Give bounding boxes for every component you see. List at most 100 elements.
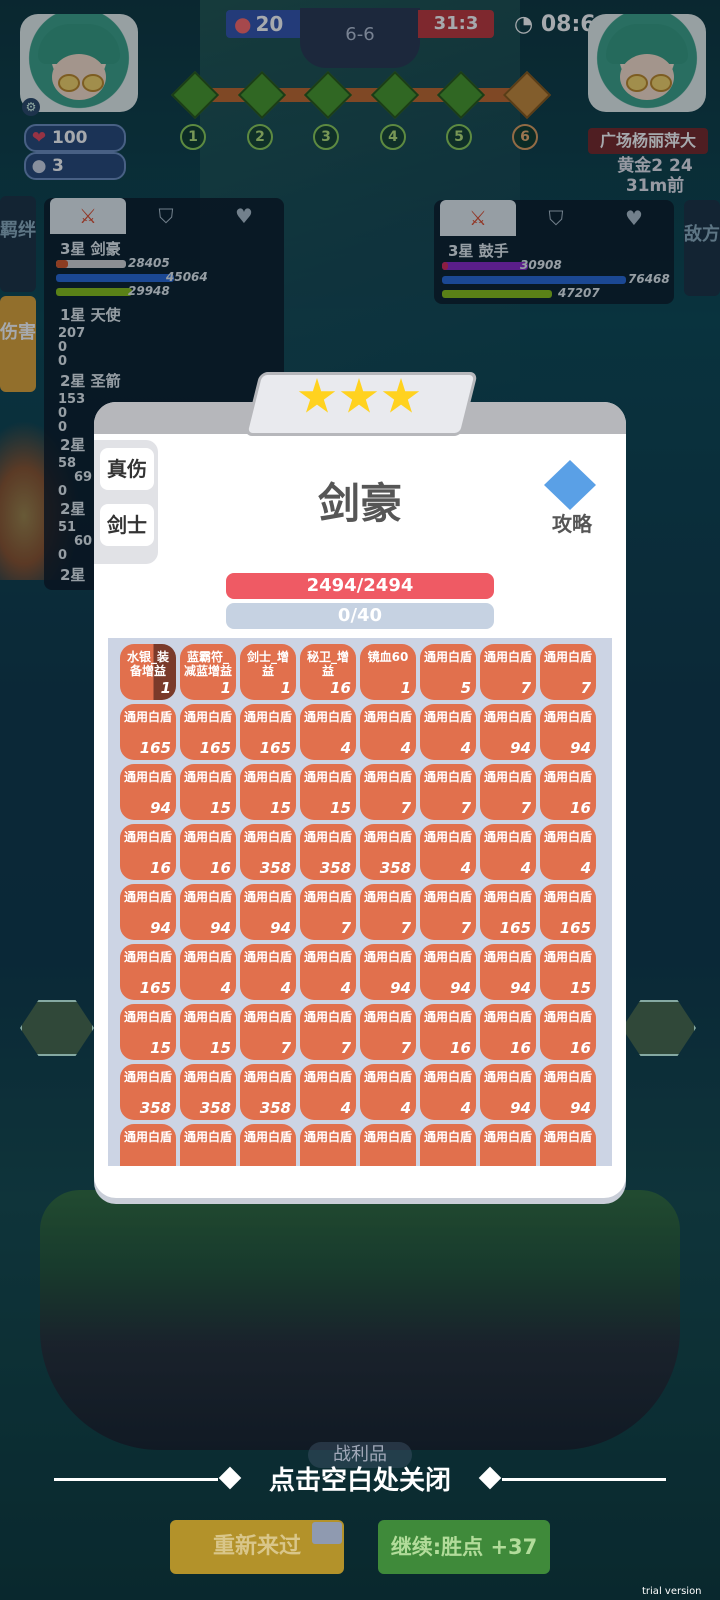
buff-item[interactable]: 通用白盾 4 [420,704,476,760]
buff-item[interactable]: 通用白盾 16 [120,824,176,880]
buff-item[interactable]: 通用白盾 358 [240,824,296,880]
buff-item[interactable]: 通用白盾 4 [300,1064,356,1120]
buff-item[interactable]: 通用白盾 94 [360,944,416,1000]
buff-item[interactable]: 通用白盾 15 [240,764,296,820]
buff-item[interactable]: 通用白盾 94 [120,764,176,820]
buff-item-count: 94 [510,1099,531,1117]
buff-item[interactable]: 通用白盾 7 [240,1004,296,1060]
buff-item[interactable]: 通用白盾 [240,1124,296,1166]
buff-item[interactable]: 通用白盾 4 [540,824,596,880]
buff-item[interactable]: 通用白盾 94 [180,884,236,940]
buff-item[interactable]: 通用白盾 94 [480,944,536,1000]
buff-item[interactable]: 通用白盾 94 [540,704,596,760]
buff-item[interactable]: 通用白盾 15 [540,944,596,1000]
buff-item[interactable]: 通用白盾 4 [480,824,536,880]
buff-item[interactable]: 通用白盾 4 [420,824,476,880]
buff-item[interactable]: 通用白盾 4 [420,1064,476,1120]
buff-item[interactable]: 通用白盾 [480,1124,536,1166]
buff-item-name: 通用白盾 [243,1010,292,1024]
buff-item[interactable]: 秘卫_增益 16 [300,644,356,700]
buff-item[interactable]: 通用白盾 7 [300,884,356,940]
buff-item[interactable]: 通用白盾 4 [300,944,356,1000]
buff-item[interactable]: 通用白盾 7 [360,1004,416,1060]
buff-item[interactable]: 通用白盾 15 [300,764,356,820]
buff-grid[interactable]: 水银_装备增益 1 蓝霸符_减蓝增益 1 剑士_增益 1 秘卫_增益 16 镜血60 1 通用白盾 5… [108,638,612,1166]
buff-item[interactable]: 通用白盾 94 [420,944,476,1000]
buff-item[interactable]: 通用白盾 15 [180,1004,236,1060]
buff-item-name: 通用白盾 [363,710,412,724]
buff-item-count: 16 [210,859,231,877]
buff-item-count: 4 [340,979,351,997]
buff-item[interactable]: 通用白盾 15 [180,764,236,820]
buff-item[interactable]: 通用白盾 165 [180,704,236,760]
buff-item[interactable]: 通用白盾 7 [540,644,596,700]
buff-item-count: 4 [580,859,591,877]
buff-item[interactable]: 通用白盾 165 [240,704,296,760]
buff-item[interactable]: 通用白盾 94 [480,704,536,760]
buff-item[interactable]: 通用白盾 5 [420,644,476,700]
buff-item[interactable]: 通用白盾 16 [420,1004,476,1060]
buff-item[interactable]: 通用白盾 [120,1124,176,1166]
buff-item[interactable]: 通用白盾 165 [120,704,176,760]
buff-item[interactable]: 通用白盾 94 [120,884,176,940]
buff-item[interactable]: 通用白盾 4 [360,704,416,760]
trait-tag[interactable]: 剑士 [100,504,154,546]
buff-item[interactable]: 通用白盾 16 [480,1004,536,1060]
buff-item[interactable]: 通用白盾 [300,1124,356,1166]
buff-item[interactable]: 通用白盾 15 [120,1004,176,1060]
buff-item[interactable]: 通用白盾 94 [540,1064,596,1120]
buff-item-count: 1 [280,679,291,697]
buff-item[interactable]: 通用白盾 7 [420,884,476,940]
buff-item-name: 镜血60 [367,650,409,664]
buff-item[interactable]: 通用白盾 7 [360,884,416,940]
buff-item[interactable]: 通用白盾 358 [300,824,356,880]
buff-item-count: 165 [139,739,171,757]
buff-item[interactable]: 通用白盾 4 [180,944,236,1000]
buff-item[interactable]: 通用白盾 16 [540,764,596,820]
buff-item[interactable]: 通用白盾 4 [300,704,356,760]
buff-item-count: 4 [220,979,231,997]
buff-item[interactable]: 蓝霸符_减蓝增益 1 [180,644,236,700]
buff-item[interactable]: 通用白盾 165 [120,944,176,1000]
buff-item[interactable]: 通用白盾 16 [180,824,236,880]
buff-item[interactable]: 通用白盾 [360,1124,416,1166]
buff-item[interactable]: 水银_装备增益 1 [120,644,176,700]
buff-item[interactable]: 通用白盾 4 [360,1064,416,1120]
buff-item[interactable]: 通用白盾 358 [120,1064,176,1120]
mana-bar: 0/40 [226,603,494,629]
trait-tag[interactable]: 真伤 [100,448,154,490]
buff-item[interactable]: 剑士_增益 1 [240,644,296,700]
buff-item[interactable]: 通用白盾 4 [240,944,296,1000]
buff-item[interactable]: 通用白盾 16 [540,1004,596,1060]
buff-item-count: 4 [340,739,351,757]
buff-item[interactable]: 通用白盾 7 [480,764,536,820]
buff-item[interactable]: 通用白盾 [420,1124,476,1166]
buff-item-name: 通用白盾 [543,890,592,904]
buff-item-count: 1 [160,679,171,697]
buff-item-name: 通用白盾 [183,830,232,844]
buff-item[interactable]: 通用白盾 358 [360,824,416,880]
buff-item-count: 94 [570,739,591,757]
buff-item[interactable]: 通用白盾 7 [480,644,536,700]
buff-item[interactable]: 通用白盾 7 [300,1004,356,1060]
buff-item[interactable]: 镜血60 1 [360,644,416,700]
buff-item[interactable]: 通用白盾 94 [480,1064,536,1120]
buff-item-name: 通用白盾 [183,1130,232,1144]
buff-item[interactable]: 通用白盾 165 [480,884,536,940]
buff-item-count: 16 [150,859,171,877]
buff-item[interactable]: 通用白盾 7 [360,764,416,820]
buff-item[interactable]: 通用白盾 165 [540,884,596,940]
buff-item[interactable]: 通用白盾 358 [240,1064,296,1120]
buff-item[interactable]: 通用白盾 94 [240,884,296,940]
buff-item[interactable]: 通用白盾 358 [180,1064,236,1120]
buff-item-name: 通用白盾 [303,1130,352,1144]
buff-item[interactable]: 通用白盾 [180,1124,236,1166]
buff-item[interactable]: 通用白盾 [540,1124,596,1166]
buff-item[interactable]: 通用白盾 7 [420,764,476,820]
buff-item-name: 通用白盾 [183,950,232,964]
buff-item-count: 165 [199,739,231,757]
buff-item-count: 94 [450,979,471,997]
buff-item-name: 通用白盾 [363,1010,412,1024]
guide-button-label[interactable]: 攻略 [540,508,604,537]
continue-button[interactable]: 继续:胜点 +37 [378,1520,550,1574]
